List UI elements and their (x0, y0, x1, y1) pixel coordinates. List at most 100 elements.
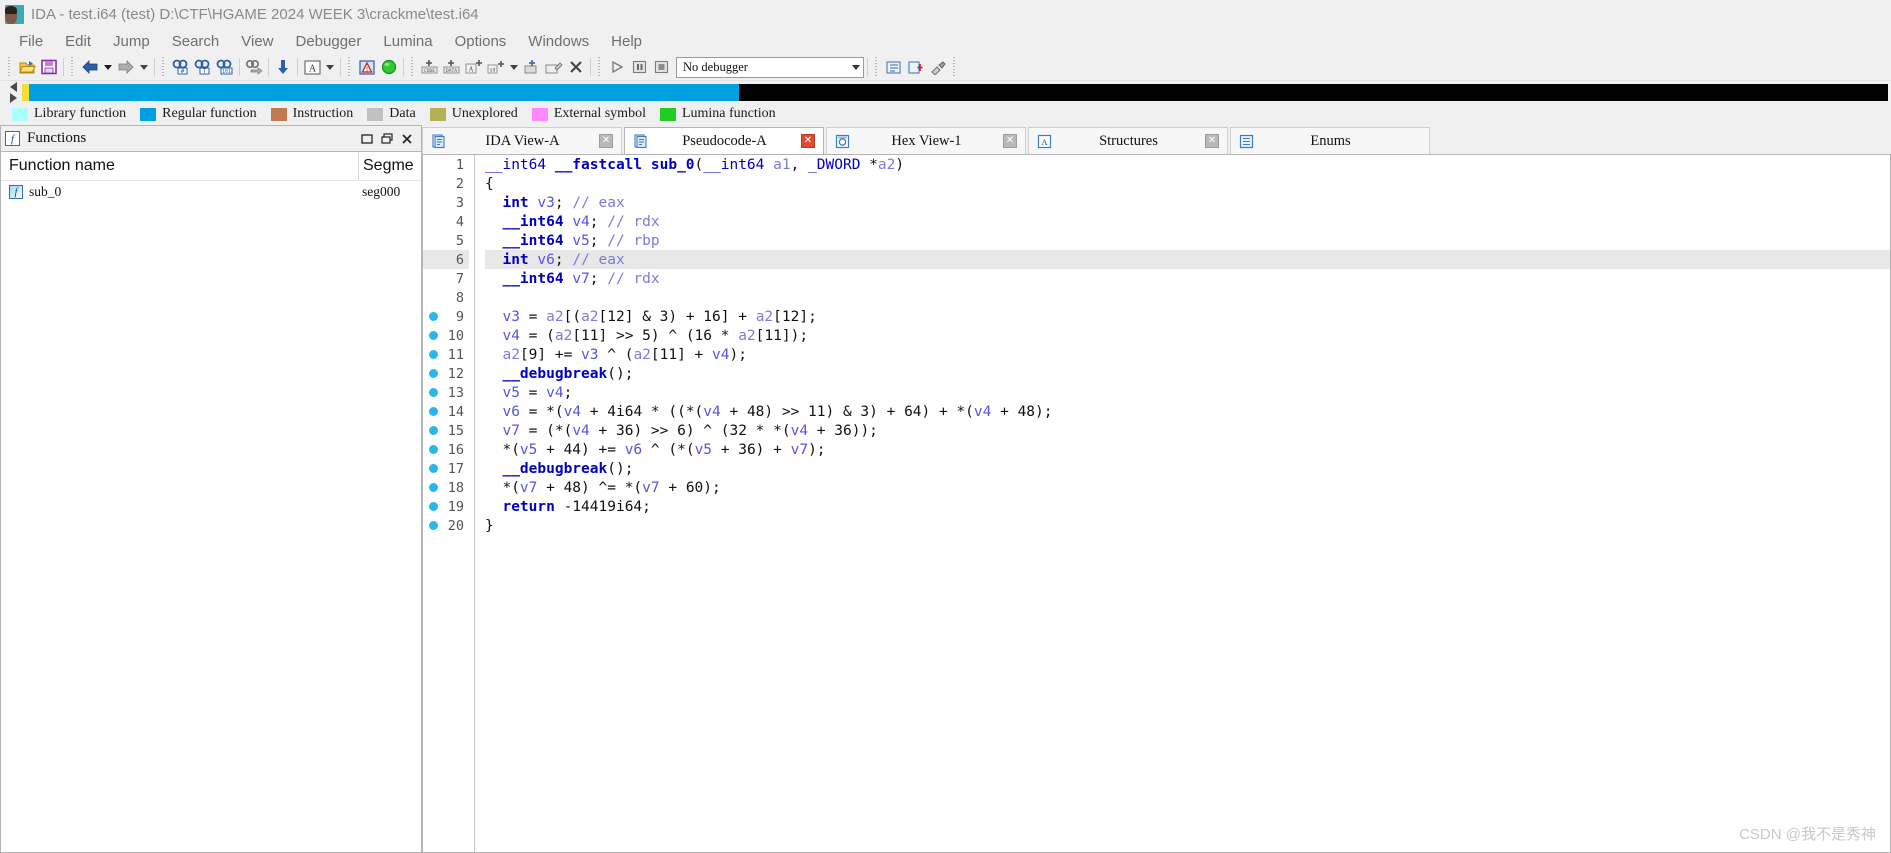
code-line-14[interactable]: v6 = *(v4 + 4i64 * ((*(v4 + 48) >> 11) &… (485, 402, 1890, 421)
close-window-button[interactable] (397, 130, 417, 148)
toolbar-grip-6[interactable] (597, 57, 603, 77)
menu-file[interactable]: File (8, 31, 54, 52)
code-line-20[interactable]: } (485, 516, 1890, 535)
pseudocode-view[interactable]: 1 2 3 4 5 6 7 8 9 10 11 12 13 14 15 16 17 18 19 20 __int64 … (422, 154, 1891, 853)
make-struct-dropdown-icon[interactable] (510, 64, 518, 70)
tab-enums[interactable]: Enums (1230, 127, 1430, 154)
gutter-line-2[interactable]: 2 (423, 174, 469, 193)
graph-ok-icon[interactable] (379, 57, 399, 77)
make-ascii-icon[interactable]: A (464, 57, 484, 77)
maximize-window-button[interactable] (377, 130, 397, 148)
restore-window-button[interactable] (357, 130, 377, 148)
code-line-18[interactable]: *(v7 + 48) ^= *(v7 + 60); (485, 478, 1890, 497)
jump-to-icon[interactable] (244, 57, 264, 77)
code-line-11[interactable]: a2 [9] += v3 ^ (a2 [11] + v4); (485, 345, 1890, 364)
code-line-13[interactable]: v5 = v4; (485, 383, 1890, 402)
gutter-line-3[interactable]: 3 (423, 193, 469, 212)
menu-view[interactable]: View (230, 31, 284, 52)
gutter-line-12[interactable]: 12 (423, 364, 469, 383)
breakpoint-icon[interactable] (429, 369, 438, 378)
tab-hex-view-1[interactable]: Hex View-1 ✕ (826, 127, 1026, 154)
code-line-8[interactable] (485, 288, 1890, 307)
gutter-line-11[interactable]: 11 (423, 345, 469, 364)
gutter-line-6[interactable]: 6 (423, 250, 469, 269)
code-line-10[interactable]: v4 = (a2 [11] >> 5) ^ (16 * a2 [11]); (485, 326, 1890, 345)
gutter-line-17[interactable]: 17 (423, 459, 469, 478)
code-line-5[interactable]: __int64 v5; // rbp (485, 231, 1890, 250)
make-data-icon[interactable]: DATA (442, 57, 462, 77)
strings-dropdown-icon[interactable] (326, 64, 334, 70)
menu-help[interactable]: Help (600, 31, 653, 52)
gutter-line-20[interactable]: 20 (423, 516, 469, 535)
breakpoint-icon[interactable] (429, 407, 438, 416)
breakpoint-icon[interactable] (429, 350, 438, 359)
lumina-push-icon[interactable] (906, 57, 926, 77)
tab-pseudocode-a[interactable]: Pseudocode-A ✕ (624, 127, 824, 154)
edit-function-icon[interactable] (544, 57, 564, 77)
gutter-line-15[interactable]: 15 (423, 421, 469, 440)
tab-close-icon[interactable]: ✕ (1205, 134, 1219, 148)
navband-segment-0[interactable] (22, 83, 30, 101)
menu-debugger[interactable]: Debugger (285, 31, 373, 52)
forward-dropdown-icon[interactable] (140, 64, 148, 70)
navigator-band[interactable] (22, 83, 1888, 101)
gutter-line-1[interactable]: 1 (423, 155, 469, 174)
plugin-1-icon[interactable] (928, 57, 948, 77)
code-line-15[interactable]: v7 = (*(v4 + 36) >> 6) ^ (32 * *(v4 + 36… (485, 421, 1890, 440)
breakpoint-icon[interactable] (429, 502, 438, 511)
undefine-icon[interactable] (522, 57, 542, 77)
run-icon[interactable] (607, 57, 627, 77)
gutter-line-18[interactable]: 18 (423, 478, 469, 497)
menu-windows[interactable]: Windows (517, 31, 600, 52)
tab-close-icon[interactable]: ✕ (1003, 134, 1017, 148)
column-segment[interactable]: Segme (358, 152, 421, 180)
search-text-icon[interactable]: T (193, 57, 213, 77)
jump-down-icon[interactable] (273, 57, 293, 77)
code-line-3[interactable]: int v3; // eax (485, 193, 1890, 212)
code-line-9[interactable]: v3 = a2[(a2 [12] & 3) + 16] + a2 [12]; (485, 307, 1890, 326)
breakpoint-icon[interactable] (429, 483, 438, 492)
gutter-line-10[interactable]: 10 (423, 326, 469, 345)
toolbar-grip-8[interactable] (952, 57, 958, 77)
warning-icon[interactable]: ! (357, 57, 377, 77)
strings-icon[interactable]: A (302, 57, 322, 77)
toolbar-grip-7[interactable] (874, 57, 880, 77)
code-line-17[interactable]: __debugbreak (); (485, 459, 1890, 478)
toolbar-grip-3[interactable] (161, 57, 167, 77)
search-sequence-icon[interactable]: 101 (215, 57, 235, 77)
tab-structures[interactable]: A Structures ✕ (1028, 127, 1228, 154)
tab-ida-view-a[interactable]: IDA View-A ✕ (422, 127, 622, 154)
toolbar-grip-4[interactable] (347, 57, 353, 77)
gutter-line-4[interactable]: 4 (423, 212, 469, 231)
code-line-16[interactable]: *(v5 + 44) += v6 ^ (*(v5 + 36) + v7); (485, 440, 1890, 459)
navband-segment-1[interactable] (29, 83, 739, 101)
toolbar-grip-5[interactable] (410, 57, 416, 77)
code-line-19[interactable]: return -14419i64; (485, 497, 1890, 516)
toolbar-grip-2[interactable] (70, 57, 76, 77)
code-line-2[interactable]: { (485, 174, 1890, 193)
breakpoint-icon[interactable] (429, 464, 438, 473)
gutter-line-7[interactable]: 7 (423, 269, 469, 288)
make-struct-icon[interactable]: sd (486, 57, 506, 77)
tab-close-icon[interactable]: ✕ (599, 134, 613, 148)
menu-options[interactable]: Options (444, 31, 518, 52)
navband-scroll-arrows[interactable] (4, 81, 22, 103)
gutter-line-9[interactable]: 9 (423, 307, 469, 326)
code-line-12[interactable]: __debugbreak (); (485, 364, 1890, 383)
stop-icon[interactable] (651, 57, 671, 77)
code-line-7[interactable]: __int64 v7; // rdx (485, 269, 1890, 288)
make-code-icon[interactable]: CODE (420, 57, 440, 77)
code-text[interactable]: __int64 __fastcall sub_0(__int64 a1, _DW… (475, 155, 1890, 852)
debugger-select[interactable]: No debugger (676, 56, 864, 78)
column-function-name[interactable]: Function name (1, 157, 358, 175)
breakpoint-icon[interactable] (429, 426, 438, 435)
navband-segment-2[interactable] (738, 83, 1888, 101)
breakpoint-icon[interactable] (429, 388, 438, 397)
gutter-line-16[interactable]: 16 (423, 440, 469, 459)
gutter-line-8[interactable]: 8 (423, 288, 469, 307)
menu-search[interactable]: Search (161, 31, 231, 52)
gutter-line-14[interactable]: 14 (423, 402, 469, 421)
pause-icon[interactable] (629, 57, 649, 77)
menu-jump[interactable]: Jump (102, 31, 161, 52)
save-icon[interactable] (39, 57, 59, 77)
